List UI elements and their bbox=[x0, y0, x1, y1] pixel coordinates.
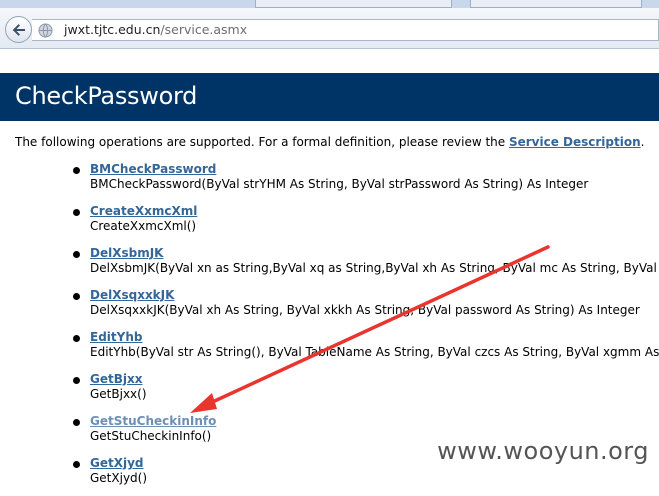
url-host: jwxt.tjtc.edu.cn bbox=[64, 22, 161, 37]
service-header: CheckPassword bbox=[0, 73, 659, 121]
browser-toolbar: jwxt.tjtc.edu.cn/service.asmx bbox=[0, 8, 659, 49]
browser-tab[interactable] bbox=[470, 0, 642, 8]
bullet-icon bbox=[73, 251, 80, 258]
operation-link-highlighted[interactable]: GetStuCheckinInfo bbox=[90, 414, 216, 428]
page-top-spacer bbox=[0, 49, 659, 73]
operation-signature: EditYhb(ByVal str As String(), ByVal Tab… bbox=[90, 345, 659, 359]
back-button[interactable] bbox=[5, 16, 32, 43]
browser-tab[interactable] bbox=[255, 0, 452, 8]
operation-signature: CreateXxmcXml() bbox=[90, 219, 197, 233]
bullet-icon bbox=[73, 377, 80, 384]
operation-signature: GetXjyd() bbox=[90, 471, 148, 485]
operation-link[interactable]: EditYhb bbox=[90, 330, 142, 344]
page-title: CheckPassword bbox=[15, 82, 198, 110]
service-description-link[interactable]: Service Description bbox=[509, 135, 641, 149]
intro-paragraph: The following operations are supported. … bbox=[15, 135, 644, 149]
url-text: jwxt.tjtc.edu.cn/service.asmx bbox=[64, 22, 247, 37]
watermark-text: www.wooyun.org bbox=[437, 437, 649, 465]
back-arrow-icon bbox=[12, 24, 25, 36]
operation-signature: DelXsqxxkJK(ByVal xh As String, ByVal xk… bbox=[90, 303, 640, 317]
bullet-icon bbox=[73, 335, 80, 342]
operation-signature: DelXsbmJK(ByVal xn as String,ByVal xq as… bbox=[90, 261, 659, 275]
operation-signature: BMCheckPassword(ByVal strYHM As String, … bbox=[90, 177, 589, 191]
operation-link[interactable]: DelXsqxxkJK bbox=[90, 288, 174, 302]
operation-link[interactable]: CreateXxmcXml bbox=[90, 204, 197, 218]
operation-link[interactable]: BMCheckPassword bbox=[90, 162, 216, 176]
url-path: /service.asmx bbox=[160, 22, 248, 37]
bullet-icon bbox=[73, 167, 80, 174]
bullet-icon bbox=[73, 293, 80, 300]
bullet-icon bbox=[73, 209, 80, 216]
globe-icon bbox=[38, 23, 53, 38]
intro-suffix: . bbox=[640, 135, 645, 149]
operation-link[interactable]: GetXjyd bbox=[90, 456, 144, 470]
operation-signature: GetStuCheckinInfo() bbox=[90, 429, 212, 443]
address-bar[interactable]: jwxt.tjtc.edu.cn/service.asmx bbox=[32, 19, 659, 41]
operation-link[interactable]: GetBjxx bbox=[90, 372, 142, 386]
bullet-icon bbox=[73, 461, 80, 468]
bullet-icon bbox=[73, 419, 80, 426]
operation-link[interactable]: DelXsbmJK bbox=[90, 246, 163, 260]
operation-signature: GetBjxx() bbox=[90, 387, 147, 401]
intro-text: The following operations are supported. … bbox=[15, 135, 509, 149]
